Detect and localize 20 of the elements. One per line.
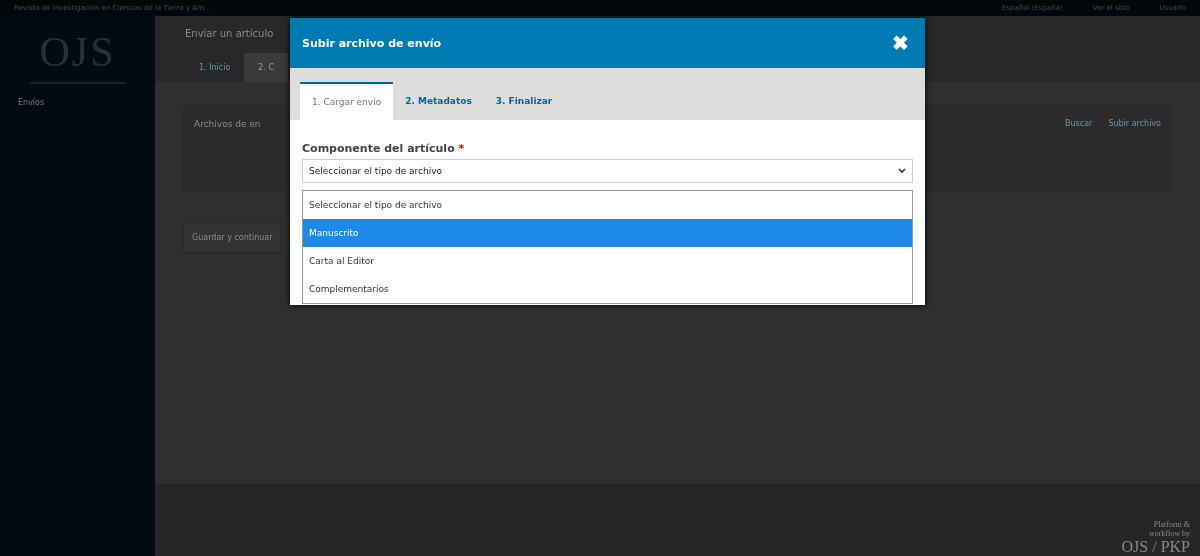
step-tab[interactable]: 2. C bbox=[244, 53, 289, 82]
sidebar-item[interactable]: Envíos bbox=[0, 98, 155, 107]
step-tab[interactable]: 1. Inicio bbox=[185, 53, 245, 82]
page-title: Enviar un artículo bbox=[185, 28, 275, 39]
dialog-tab[interactable]: 3. Finalizar bbox=[483, 82, 565, 120]
footer-text: workflow by bbox=[1148, 529, 1190, 538]
chevron-down-icon bbox=[898, 168, 906, 174]
footer-text: Platform & bbox=[1153, 520, 1190, 529]
panel-title: Archivos de en bbox=[194, 119, 261, 129]
field-label: Componente del artículo * bbox=[302, 142, 466, 155]
file-type-select[interactable]: Seleccionar el tipo de archivo bbox=[302, 159, 913, 183]
save-button[interactable]: Guardar y continuar bbox=[183, 222, 282, 253]
dialog-tab[interactable]: 1. Cargar envío bbox=[300, 82, 394, 120]
dialog-title: Subir archivo de envío bbox=[302, 36, 442, 50]
panel-action-link[interactable]: Buscar bbox=[1065, 119, 1093, 128]
footer-logo[interactable]: OJS / PKP bbox=[1121, 538, 1190, 556]
close-button[interactable]: ✖ bbox=[892, 31, 909, 55]
panel-action-link[interactable]: Subir archivo bbox=[1108, 119, 1161, 128]
dropdown-option[interactable]: Manuscrito bbox=[303, 219, 912, 247]
dialog-tab[interactable]: 2. Metadatos bbox=[393, 82, 484, 120]
